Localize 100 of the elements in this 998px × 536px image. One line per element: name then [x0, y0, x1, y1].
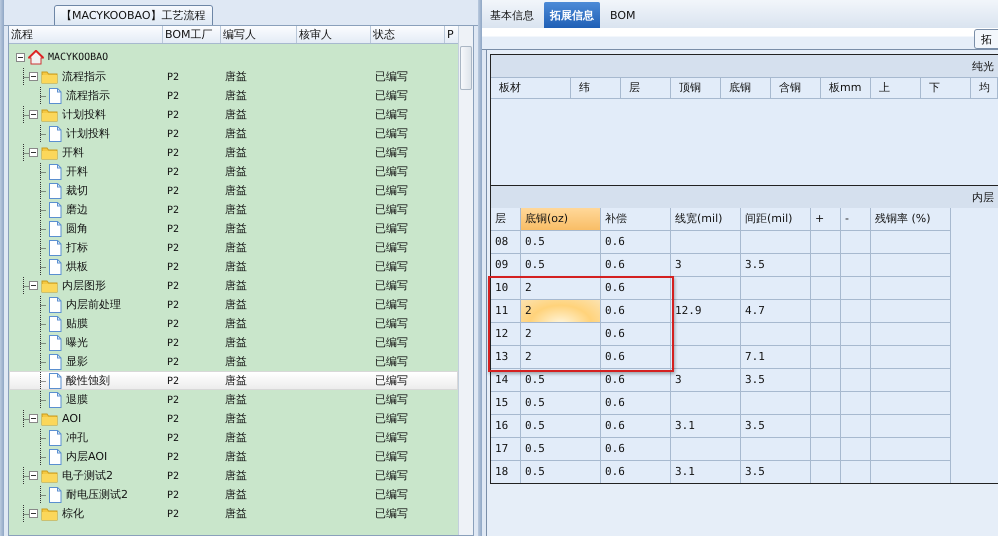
table-cell[interactable]: 0.6 — [601, 438, 671, 461]
table-cell[interactable]: 3.5 — [741, 415, 811, 438]
table-cell[interactable]: 0.5 — [521, 369, 601, 392]
tree-row[interactable]: 冲孔 P2 唐益 已编写 — [9, 428, 458, 447]
column-header[interactable]: 顶铜 — [671, 78, 721, 98]
column-header[interactable]: 底铜 — [721, 78, 771, 98]
tree-row[interactable]: 内层前处理 P2 唐益 已编写 — [9, 295, 458, 314]
tree-row[interactable]: 曝光 P2 唐益 已编写 — [9, 333, 458, 352]
table-cell[interactable]: 0.6 — [601, 323, 671, 346]
column-header[interactable]: 纬 — [571, 78, 621, 98]
table-cell[interactable]: 17 — [491, 438, 521, 461]
tree-row[interactable]: 磨边 P2 唐益 已编写 — [9, 200, 458, 219]
table-cell[interactable]: 08 — [491, 231, 521, 254]
table-cell-text: 唐益 — [224, 317, 247, 330]
table-cell[interactable]: 12.9 — [671, 300, 741, 323]
table-cell[interactable]: 15 — [491, 392, 521, 415]
table-cell[interactable]: 0.5 — [521, 254, 601, 277]
column-header[interactable]: 板mm — [821, 78, 871, 98]
column-header[interactable]: 流程 — [9, 26, 163, 43]
tree-row[interactable]: 打标 P2 唐益 已编写 — [9, 238, 458, 257]
tree-row[interactable]: 计划投料 P2 唐益 已编写 — [9, 124, 458, 143]
tree-item-label: 打标 — [66, 240, 88, 255]
table-cell[interactable]: 0.6 — [601, 346, 671, 369]
column-header[interactable]: 编写人 — [221, 26, 297, 43]
tree-row[interactable]: 酸性蚀刻 P2 唐益 已编写 — [9, 371, 458, 390]
column-header[interactable]: 均 — [971, 78, 998, 98]
column-header[interactable]: 核审人 — [297, 26, 371, 43]
table-cell[interactable]: 0.6 — [601, 231, 671, 254]
table-cell-text: 唐益 — [224, 203, 247, 216]
tree-row[interactable]: 流程指示 P2 唐益 已编写 — [9, 86, 458, 105]
column-header[interactable]: BOM工厂 — [163, 26, 221, 43]
column-header[interactable]: 底铜(oz) — [521, 208, 601, 231]
tree-row[interactable]: 电子测试2 P2 唐益 已编写 — [9, 466, 458, 485]
table-cell-text: 唐益 — [224, 146, 247, 159]
tab[interactable]: BOM — [604, 2, 642, 28]
table-cell[interactable]: 10 — [491, 277, 521, 300]
table-cell[interactable]: 0.6 — [601, 415, 671, 438]
column-header[interactable]: 线宽(mil) — [671, 208, 741, 231]
table-cell[interactable]: 18 — [491, 461, 521, 483]
tree-row[interactable]: 裁切 P2 唐益 已编写 — [9, 181, 458, 200]
table-cell[interactable]: 0.6 — [601, 254, 671, 277]
table-cell[interactable]: 0.5 — [521, 392, 601, 415]
tree-row[interactable]: 显影 P2 唐益 已编写 — [9, 352, 458, 371]
table-cell[interactable]: 3 — [671, 254, 741, 277]
column-header[interactable]: 下 — [921, 78, 971, 98]
tree-row[interactable]: 棕化 P2 唐益 已编写 — [9, 504, 458, 523]
table-cell[interactable]: 4.7 — [741, 300, 811, 323]
tree-row[interactable]: 计划投料 P2 唐益 已编写 — [9, 105, 458, 124]
tree-row[interactable]: 内层图形 P2 唐益 已编写 — [9, 276, 458, 295]
table-cell[interactable]: 0.6 — [601, 277, 671, 300]
table-cell[interactable]: 0.6 — [601, 461, 671, 483]
table-cell-text: 唐益 — [224, 412, 247, 425]
tree-row[interactable]: MACYKOOBAO — [9, 48, 458, 67]
table-cell[interactable]: 16 — [491, 415, 521, 438]
table-cell[interactable]: 0.6 — [601, 369, 671, 392]
tree-row[interactable]: 耐电压测试2 P2 唐益 已编写 — [9, 485, 458, 504]
table-cell[interactable]: 3 — [671, 369, 741, 392]
column-header[interactable]: 含铜 — [771, 78, 821, 98]
table-cell[interactable]: 3.5 — [741, 254, 811, 277]
tree-row[interactable]: 内层AOI P2 唐益 已编写 — [9, 447, 458, 466]
table-cell[interactable]: 3.1 — [671, 461, 741, 483]
table-cell-text: 唐益 — [224, 108, 247, 121]
tree-row[interactable]: 流程指示 P2 唐益 已编写 — [9, 67, 458, 86]
table-cell[interactable]: 0.6 — [601, 392, 671, 415]
tree-row[interactable]: 烘板 P2 唐益 已编写 — [9, 257, 458, 276]
table-cell[interactable]: 12 — [491, 323, 521, 346]
table-cell[interactable]: 2 — [521, 300, 601, 323]
column-header[interactable]: - — [841, 208, 871, 231]
table-cell[interactable]: 3.5 — [741, 369, 811, 392]
tree-row[interactable]: 开料 P2 唐益 已编写 — [9, 162, 458, 181]
column-header[interactable]: 补偿 — [601, 208, 671, 231]
table-cell[interactable]: 2 — [521, 323, 601, 346]
table-cell[interactable]: 0.5 — [521, 231, 601, 254]
column-header[interactable]: 状态 — [371, 26, 445, 43]
table-cell[interactable]: 7.1 — [741, 346, 811, 369]
table-cell[interactable]: 0.6 — [601, 300, 671, 323]
tree-row[interactable]: 圆角 P2 唐益 已编写 — [9, 219, 458, 238]
tab[interactable]: 拓展信息 — [544, 2, 600, 28]
expand-button[interactable]: 拓 — [974, 29, 998, 49]
column-header[interactable]: 上 — [871, 78, 921, 98]
table-cell-text: P2 — [166, 471, 180, 482]
table-cell[interactable]: 0.5 — [521, 415, 601, 438]
tree-row[interactable]: AOI P2 唐益 已编写 — [9, 409, 458, 428]
table-cell[interactable]: 0.5 — [521, 461, 601, 483]
table-cell[interactable]: 3.5 — [741, 461, 811, 483]
table-cell[interactable]: 2 — [521, 346, 601, 369]
tree-row[interactable]: 开料 P2 唐益 已编写 — [9, 143, 458, 162]
column-header[interactable]: 层 — [621, 78, 671, 98]
table-cell[interactable]: 13 — [491, 346, 521, 369]
column-header[interactable]: + — [811, 208, 841, 231]
column-header[interactable]: 板材 — [491, 78, 571, 98]
tab[interactable]: 基本信息 — [484, 2, 540, 28]
table-cell[interactable]: 0.5 — [521, 438, 601, 461]
table-cell[interactable]: 14 — [491, 369, 521, 392]
table-cell[interactable]: 3.1 — [671, 415, 741, 438]
column-header[interactable]: 间距(mil) — [741, 208, 811, 231]
column-header[interactable]: 残铜率 (%) — [871, 208, 951, 231]
tree-row[interactable]: 退膜 P2 唐益 已编写 — [9, 390, 458, 409]
tree-row[interactable]: 贴膜 P2 唐益 已编写 — [9, 314, 458, 333]
table-cell[interactable]: 09 — [491, 254, 521, 277]
